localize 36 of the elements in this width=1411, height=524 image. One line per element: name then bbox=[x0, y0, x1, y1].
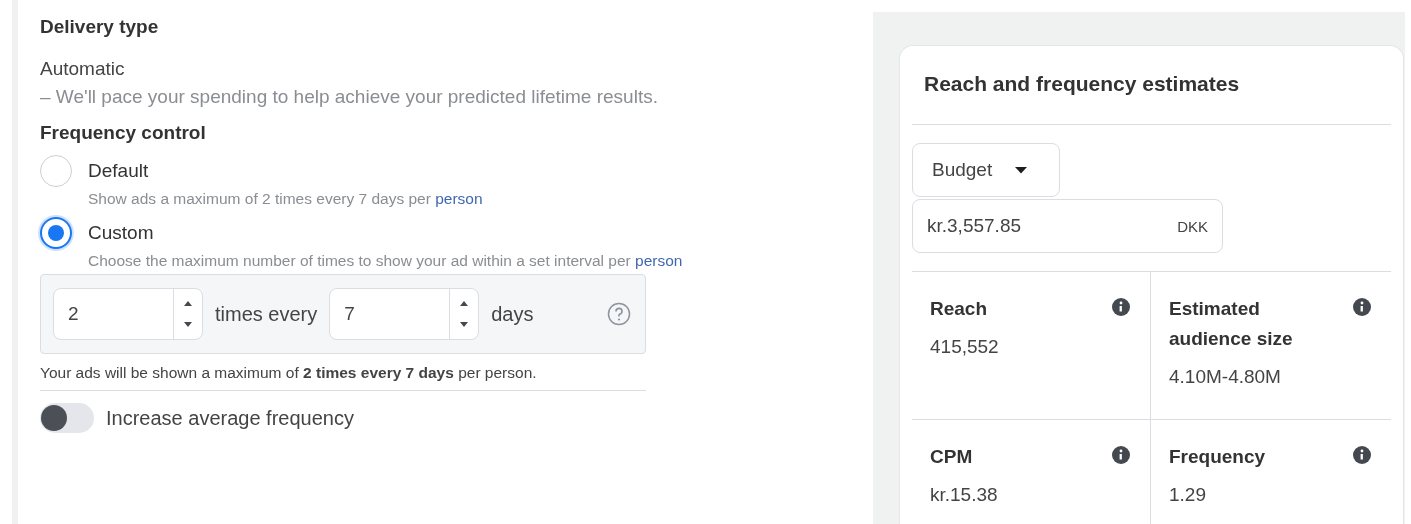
currency-label: DKK bbox=[1177, 217, 1208, 235]
toggle-label: Increase average frequency bbox=[106, 406, 354, 430]
number-field[interactable]: 2 bbox=[53, 288, 203, 340]
toggle-switch[interactable] bbox=[40, 403, 94, 433]
option-label[interactable]: Custom bbox=[88, 222, 154, 244]
budget-field[interactable]: kr.3,557.85 DKK bbox=[912, 199, 1223, 253]
metric-value: kr.15.38 bbox=[930, 484, 999, 506]
metric-label: Reach bbox=[930, 297, 988, 321]
metric-value: 1.29 bbox=[1169, 484, 1207, 506]
info-icon[interactable] bbox=[1353, 298, 1371, 316]
caret-icon bbox=[1014, 166, 1029, 174]
option-label[interactable]: Default bbox=[88, 160, 149, 182]
card-title: Reach and frequency estimates bbox=[923, 71, 1241, 97]
summary-text: Your ads will be shown a maximum of 2 times every 7 days per person. bbox=[40, 364, 538, 382]
info-icon[interactable] bbox=[1112, 298, 1130, 316]
section-heading: Delivery type bbox=[40, 16, 160, 39]
section-heading: Frequency control bbox=[40, 122, 207, 145]
unit-label: times every bbox=[215, 302, 318, 326]
delivery-value: Automatic bbox=[40, 58, 126, 80]
option-description: Choose the maximum number of times to show your ad within a set interval per person bbox=[88, 252, 684, 270]
number-field[interactable]: 7 bbox=[329, 288, 480, 340]
metric-label: Frequency bbox=[1169, 445, 1266, 469]
person-link[interactable]: person bbox=[635, 252, 683, 269]
person-link[interactable]: person bbox=[435, 190, 483, 207]
metric-label: Estimated audience size bbox=[1169, 297, 1294, 351]
unit-label: days bbox=[491, 302, 534, 326]
metric-value: 415,552 bbox=[930, 336, 1000, 358]
radio-button[interactable] bbox=[40, 217, 72, 249]
info-icon[interactable] bbox=[1112, 446, 1130, 464]
option-description: Show ads a maximum of 2 times every 7 days per person bbox=[88, 190, 484, 208]
metric-dropdown[interactable]: Budget bbox=[912, 143, 1060, 197]
info-icon[interactable] bbox=[1353, 446, 1371, 464]
help-icon[interactable] bbox=[607, 302, 631, 326]
delivery-description: – We'll pace your spending to help achieve your predicted lifetime results. bbox=[40, 86, 659, 108]
metric-label: CPM bbox=[930, 445, 973, 469]
metric-value: 4.10M-4.80M bbox=[1169, 366, 1282, 388]
